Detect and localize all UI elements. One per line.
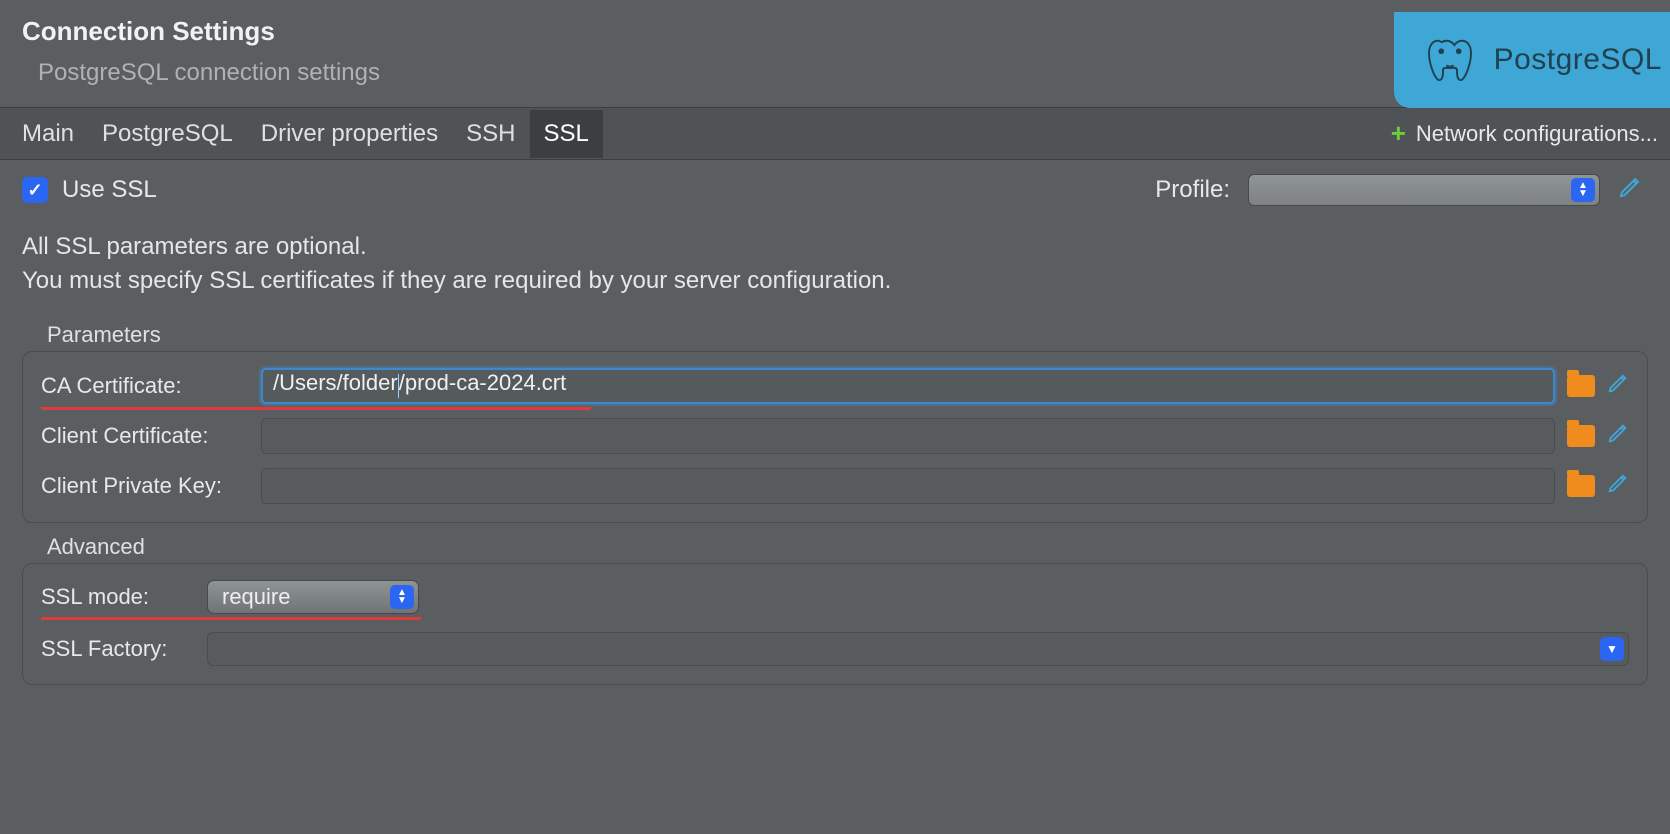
ca-certificate-input[interactable]: /Users/folder/prod-ca-2024.crt: [261, 368, 1555, 404]
use-ssl-checkbox[interactable]: ✓: [22, 177, 48, 203]
ca-browse-button[interactable]: [1567, 375, 1595, 397]
ssl-mode-select[interactable]: require ▲▼: [207, 580, 419, 614]
tab-ssl[interactable]: SSL: [530, 110, 603, 158]
network-configurations-label: Network configurations...: [1416, 121, 1658, 147]
network-configurations-link[interactable]: + Network configurations...: [1391, 118, 1658, 149]
ssl-mode-value: require: [222, 584, 290, 610]
tab-main[interactable]: Main: [8, 110, 88, 158]
page-title: Connection Settings: [22, 16, 380, 47]
client-private-key-input[interactable]: [261, 468, 1555, 504]
hint-line2: You must specify SSL certificates if the…: [22, 264, 1648, 298]
profile-select[interactable]: ▲▼: [1248, 174, 1600, 206]
profile-label: Profile:: [1155, 176, 1230, 204]
tab-postgresql[interactable]: PostgreSQL: [88, 110, 247, 158]
use-ssl-row: ✓ Use SSL Profile: ▲▼: [22, 174, 1648, 206]
parameters-fieldset: Parameters CA Certificate: /Users/folder…: [22, 351, 1648, 523]
ca-certificate-row: CA Certificate: /Users/folder/prod-ca-20…: [41, 368, 1629, 404]
client-certificate-label: Client Certificate:: [41, 423, 249, 449]
client-cert-browse-button[interactable]: [1567, 425, 1595, 447]
ca-certificate-label: CA Certificate:: [41, 373, 249, 399]
pencil-icon: [1618, 175, 1642, 199]
ssl-factory-select[interactable]: ▼: [207, 632, 1629, 666]
profile-wrap: Profile: ▲▼: [1155, 174, 1642, 206]
use-ssl-label: Use SSL: [62, 176, 157, 204]
hint-line1: All SSL parameters are optional.: [22, 230, 1648, 264]
tab-driver-properties[interactable]: Driver properties: [247, 110, 452, 158]
ssl-factory-label: SSL Factory:: [41, 636, 195, 662]
highlight-underline: [41, 617, 421, 620]
client-private-key-label: Client Private Key:: [41, 473, 249, 499]
client-private-key-row: Client Private Key:: [41, 468, 1629, 504]
client-key-edit-button[interactable]: [1607, 472, 1629, 501]
advanced-fieldset: Advanced SSL mode: require ▲▼ SSL Factor…: [22, 563, 1648, 685]
pencil-icon: [1607, 372, 1629, 394]
ca-edit-button[interactable]: [1607, 372, 1629, 401]
header: Connection Settings PostgreSQL connectio…: [0, 0, 1670, 108]
client-key-browse-button[interactable]: [1567, 475, 1595, 497]
tab-bar: Main PostgreSQL Driver properties SSH SS…: [0, 108, 1670, 160]
edit-profile-button[interactable]: [1618, 175, 1642, 206]
client-cert-edit-button[interactable]: [1607, 422, 1629, 451]
brand-name: PostgreSQL: [1494, 43, 1662, 77]
chevron-updown-icon: ▲▼: [1571, 178, 1595, 202]
ca-value-before: /Users/folder: [273, 370, 398, 395]
content: ✓ Use SSL Profile: ▲▼ All SSL parameters…: [0, 160, 1670, 685]
advanced-legend: Advanced: [43, 534, 149, 560]
ssl-factory-row: SSL Factory: ▼: [41, 632, 1629, 666]
pencil-icon: [1607, 422, 1629, 444]
header-text: Connection Settings PostgreSQL connectio…: [22, 16, 380, 87]
use-ssl-left: ✓ Use SSL: [22, 176, 157, 204]
pencil-icon: [1607, 472, 1629, 494]
postgresql-elephant-icon: [1422, 32, 1478, 88]
brand-badge: PostgreSQL: [1394, 12, 1670, 108]
highlight-underline: [41, 407, 591, 410]
page-subtitle: PostgreSQL connection settings: [38, 59, 380, 87]
ca-value-after: /prod-ca-2024.crt: [399, 370, 567, 395]
client-certificate-input[interactable]: [261, 418, 1555, 454]
plus-icon: +: [1391, 118, 1406, 149]
client-certificate-row: Client Certificate:: [41, 418, 1629, 454]
chevron-down-icon: ▼: [1600, 637, 1624, 661]
tab-ssh[interactable]: SSH: [452, 110, 529, 158]
chevron-updown-icon: ▲▼: [390, 585, 414, 609]
ssl-mode-row: SSL mode: require ▲▼: [41, 580, 1629, 614]
ssl-mode-label: SSL mode:: [41, 584, 195, 610]
parameters-legend: Parameters: [43, 322, 165, 348]
ssl-hint: All SSL parameters are optional. You mus…: [22, 230, 1648, 297]
